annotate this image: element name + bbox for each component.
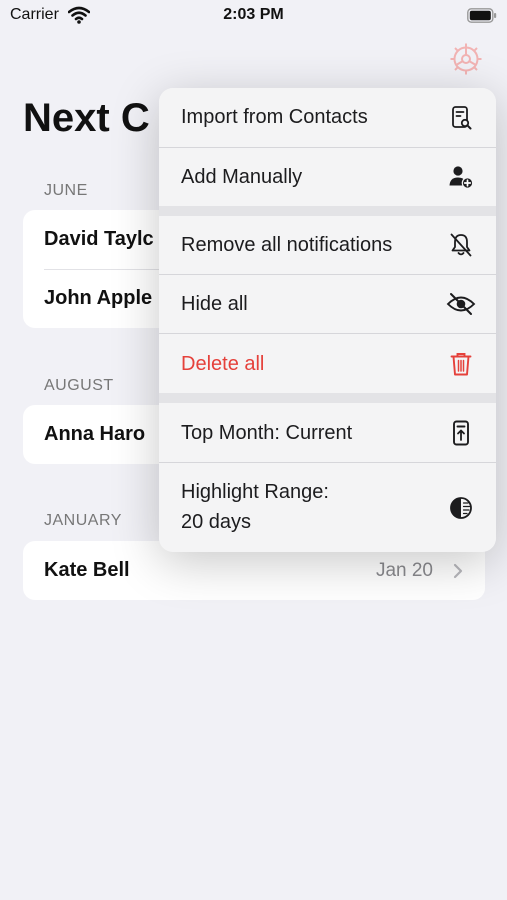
menu-group-separator [159, 393, 496, 403]
import-contacts-icon [452, 106, 472, 130]
menu-item-label: Add Manually [181, 166, 303, 188]
bell-slash-icon [450, 233, 472, 257]
section-header-august: AUGUST [44, 377, 114, 394]
chevron-right-icon [453, 563, 463, 579]
trash-icon [450, 353, 472, 376]
menu-item-label: Remove all notifications [181, 234, 393, 256]
section-header-june: JUNE [44, 182, 88, 199]
status-time: 2:03 PM [223, 6, 284, 23]
menu-item-delete-all[interactable]: Delete all [159, 334, 496, 393]
half-circle-icon [450, 497, 472, 519]
contact-name: David Taylc [44, 228, 154, 250]
menu-group-separator [159, 206, 496, 216]
contact-name: John Apple [44, 287, 153, 309]
contact-name: Anna Haro [44, 423, 146, 445]
battery-icon [467, 8, 497, 23]
menu-item-label-line1: Highlight Range: [181, 481, 329, 503]
section-header-january: JANUARY [44, 512, 122, 529]
menu-item-hide-all[interactable]: Hide all [159, 275, 496, 333]
menu-item-highlight-range[interactable]: Highlight Range: 20 days [159, 463, 496, 552]
menu-item-remove-notifications[interactable]: Remove all notifications [159, 216, 496, 274]
menu-item-label: Hide all [181, 293, 248, 315]
gear-icon [450, 43, 482, 75]
contact-date: Jan 20 [375, 560, 433, 581]
menu-item-label: Delete all [181, 353, 265, 375]
status-bar: Carrier 2:03 PM [0, 0, 507, 32]
context-menu: Import from Contacts Add Manually Remove… [159, 88, 496, 552]
menu-item-label: Top Month: Current [181, 422, 353, 444]
contact-name: Kate Bell [44, 559, 130, 581]
menu-item-label: Import from Contacts [181, 106, 368, 128]
add-person-icon [449, 166, 474, 189]
eye-slash-icon [446, 293, 476, 315]
menu-item-import-contacts[interactable]: Import from Contacts [159, 88, 496, 147]
settings-button[interactable] [449, 42, 483, 76]
menu-item-label-line2: 20 days [181, 511, 252, 533]
menu-item-top-month[interactable]: Top Month: Current [159, 403, 496, 462]
calendar-top-icon [453, 420, 469, 446]
menu-item-add-manually[interactable]: Add Manually [159, 148, 496, 206]
page-title: Next C [23, 96, 150, 140]
